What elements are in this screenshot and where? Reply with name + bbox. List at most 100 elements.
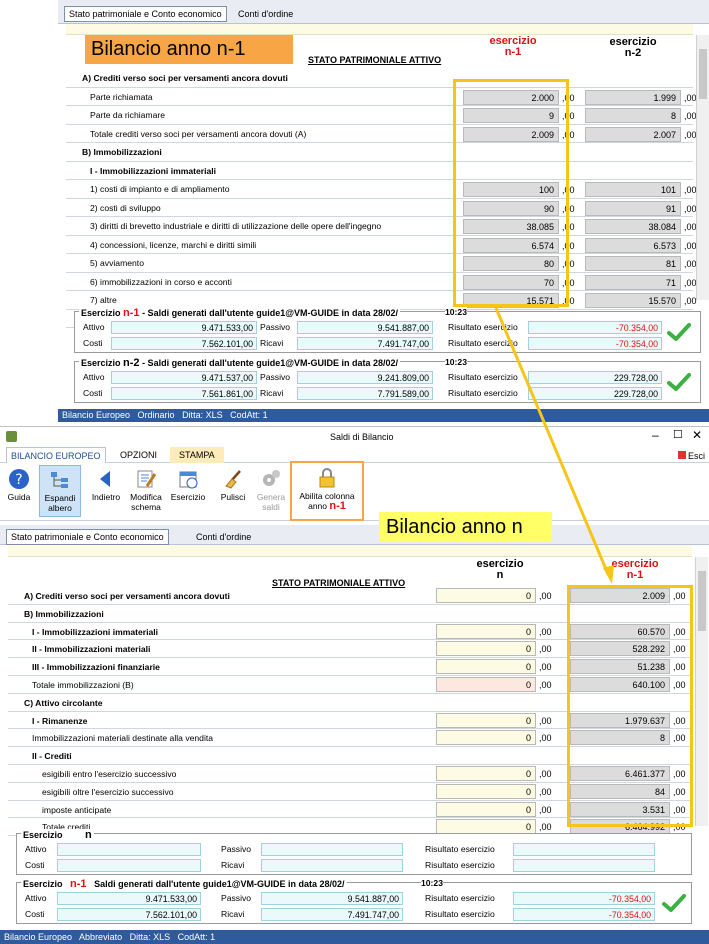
passivo-value [261,843,403,856]
cell-cents: ,00 [539,733,552,744]
minimize-icon[interactable]: – [652,428,659,442]
summary-time: 10:23 [421,878,443,888]
bottom-header-strip [8,545,692,557]
summary-title: Esercizio n [21,829,94,841]
value-cell-col2: 71,00 [585,274,697,290]
cell-cents: ,00 [539,804,552,815]
top-col2-header: esercizio n-2 [609,36,657,59]
value-cell-col1[interactable]: 0,00 [436,588,552,603]
espandi-albero-button[interactable]: Espandi albero [39,465,81,517]
bottom-summary-n: Esercizio n Attivo Passivo Risultato ese… [16,829,692,875]
passivo-label: Passivo [221,844,252,854]
row-label: A) Crediti verso soci per versamenti anc… [24,591,230,601]
ribbon-tab-opzioni[interactable]: OPZIONI [120,450,157,460]
cell-value: 0 [525,644,531,655]
value-cell-col1[interactable]: 0,00 [436,677,552,692]
ricavi-value [261,859,403,872]
top-summary-n1: Esercizio n-1 - Saldi generati dall'uten… [74,307,701,353]
value-cell-col1[interactable]: 0,00 [436,783,552,799]
value-cell-col1[interactable]: 0,00 [436,730,552,746]
top-tab-conti-ordine[interactable]: Conti d'ordine [234,7,297,21]
value-cell-col1[interactable]: 0,00 [436,659,552,675]
close-icon[interactable]: ✕ [692,428,702,442]
esci-button[interactable]: Esci [678,451,705,461]
checkmark-icon [667,323,691,341]
cell-value: 101 [660,185,676,195]
row-label: Immobilizzazioni materiali destinate all… [32,733,214,744]
risultato-label: Risultato esercizio [448,372,518,382]
top-col1-header: esercizio n-1 [489,35,537,58]
attivo-label: Attivo [83,372,105,382]
bottom-tab-conti-ordine[interactable]: Conti d'ordine [192,530,255,544]
value-cell-col2: 1.999,00 [585,89,697,105]
value-cell-col2: 15.570,00 [585,293,697,308]
ricavi-value: 7.491.747,00 [261,908,403,921]
passivo-value: 9.241.809,00 [297,371,433,384]
top-tab-stato-patrimoniale[interactable]: Stato patrimoniale e Conto economico [64,6,227,22]
value-cell-col1[interactable]: 0,00 [436,641,552,657]
cell-cents: ,00 [539,626,552,637]
summary-title: Esercizio n-2 - Saldi generati dall'uten… [79,357,401,369]
bottom-col1-header: esercizio n [476,558,524,581]
attivo-label: Attivo [83,322,105,332]
row-label: C) Attivo circolante [24,697,103,708]
summary-title: Esercizio n-1 - Saldi generati dall'uten… [79,307,401,319]
costi-label: Costi [25,909,45,919]
cell-value: 38.084 [648,222,676,232]
risultato-value: -70.354,00 [513,892,655,905]
esercizio-button[interactable]: Esercizio [167,468,209,502]
table-row: Parte richiamata 2.000,00 1.999,00 [66,88,697,106]
cell-value: 0 [525,804,531,815]
cell-value: 0 [525,680,531,690]
value-cell-col1[interactable]: 0,00 [436,766,552,781]
genera-saldi-button[interactable]: Genera saldi [253,468,289,512]
cell-value: 91 [665,203,676,214]
passivo-label: Passivo [221,893,252,903]
top-window: Stato patrimoniale e Conto economico Con… [58,0,709,422]
bottom-tab-stato-patrimoniale[interactable]: Stato patrimoniale e Conto economico [6,529,169,545]
risultato2-label: Risultato esercizio [448,338,518,348]
risultato2-label: Risultato esercizio [425,860,495,870]
scroll-thumb[interactable] [699,49,707,99]
cell-value: 8 [670,111,676,121]
risultato2-value: 229.728,00 [528,387,662,400]
value-cell-col1[interactable]: 0,00 [436,801,552,817]
bottom-scrollbar[interactable] [695,557,708,826]
summary-title: Esercizio n-1 Saldi generati dall'utente… [21,878,347,890]
pulisci-button[interactable]: Pulisci [216,468,250,502]
table-row: 6) immobilizzazioni in corso e acconti 70… [66,273,697,291]
cell-cents: ,00 [539,769,552,779]
row-label: esigibili oltre l'esercizio successivo [42,786,174,797]
bottom-summary-n1: Esercizio n-1 Saldi generati dall'utente… [16,878,692,924]
scroll-thumb[interactable] [698,571,706,631]
table-row: A) Crediti verso soci per versamenti anc… [66,69,693,88]
abilita-colonna-button[interactable]: Abilita colonna anno n-1 [290,461,364,521]
ribbon-tab-bilancio[interactable]: BILANCIO EUROPEO [6,447,106,463]
table-row: 3) diritti di brevetto industriale e dir… [66,217,697,236]
cell-cents: ,00 [539,786,552,797]
modifica-schema-button[interactable]: Modifica schema [126,468,166,512]
passivo-value: 9.541.887,00 [297,321,433,334]
table-row: 5) avviamento 80,00 81,00 [66,254,697,273]
indietro-button[interactable]: Indietro [86,468,126,502]
attivo-value [57,843,201,856]
row-label: III - Immobilizzazioni finanziarie [32,662,160,673]
cell-value: 0 [525,769,531,779]
value-cell-col1[interactable]: 0,00 [436,623,552,639]
risultato-label: Risultato esercizio [425,893,495,903]
row-label: 5) avviamento [90,258,144,268]
ricavi-value: 7.491.747,00 [297,337,433,350]
costi-value: 7.561.861,00 [111,387,257,400]
guida-button[interactable]: ? Guida [2,468,36,502]
top-highlight-frame [453,79,569,307]
ribbon-tab-stampa[interactable]: STAMPA [170,447,224,463]
row-label: Parte da richiamare [90,110,165,120]
row-label: I - Immobilizzazioni immateriali [90,165,217,176]
risultato-value [513,843,655,856]
value-cell-col1[interactable]: 0,00 [436,712,552,728]
attivo-value: 9.471.533,00 [57,892,201,905]
maximize-icon[interactable]: ☐ [673,428,683,441]
top-scrollbar[interactable] [696,35,709,300]
ricavi-label: Ricavi [221,860,245,870]
table-row: Totale crediti verso soci per versamenti… [66,125,697,143]
